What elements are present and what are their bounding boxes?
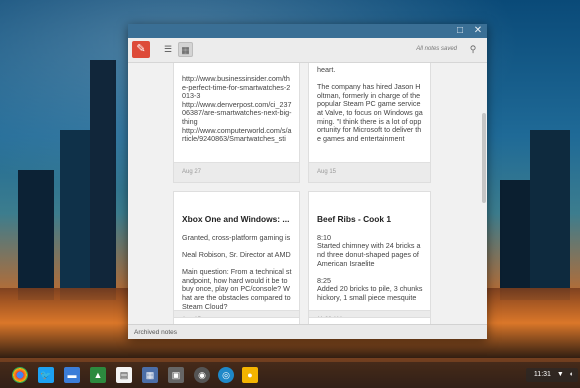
status-tray[interactable]: 11:31 ▼ ◐ — [525, 368, 578, 382]
note-card[interactable]: Beef Ribs - Cook 1 8:10 Started chimney w… — [308, 191, 431, 324]
note-text: http://www.businessinsider.com/the-perfe… — [182, 75, 292, 144]
note-card[interactable] — [173, 317, 300, 324]
keep-icon[interactable]: ● — [242, 367, 258, 383]
note-title: Beef Ribs - Cook 1 — [317, 214, 391, 225]
user-avatar: ◐ — [569, 371, 574, 378]
keep-app-window: □ ✕ ✎ ☰ ▦ All notes saved ⚲ http://www.b… — [128, 24, 487, 339]
note-card[interactable]: Xbox One and Windows: ... Granted, cross-… — [173, 191, 300, 324]
shelf: 🐦 ▬ ▲ ▤ ▦ ▣ ◉ ◎ ● 11:31 ▼ ◐ — [0, 362, 580, 388]
list-view-button[interactable]: ☰ — [161, 42, 175, 56]
web-icon[interactable]: ◎ — [218, 367, 234, 383]
notes-grid: http://www.businessinsider.com/the-perfe… — [128, 63, 487, 324]
note-card[interactable]: heart. The company has hired Jason Holtm… — [308, 63, 431, 183]
toolbar: ✎ ☰ ▦ All notes saved ⚲ — [128, 38, 487, 63]
note-date: Aug 15 — [309, 162, 430, 182]
media-icon[interactable]: ◉ — [194, 367, 210, 383]
note-title: Xbox One and Windows: ... — [182, 214, 290, 225]
note-text: Granted, cross-platform gaming is Neal R… — [182, 232, 292, 310]
scrollbar[interactable] — [482, 113, 486, 203]
clock: 11:31 — [533, 371, 551, 378]
pencil-icon: ✎ — [136, 43, 146, 55]
twitter-icon[interactable]: 🐦 — [38, 367, 54, 383]
list-icon: ☰ — [163, 44, 173, 54]
note-content: Beef Ribs - Cook 1 8:10 Started chimney w… — [317, 192, 424, 310]
search-icon[interactable]: ⚲ — [467, 43, 479, 55]
notes-icon[interactable]: ▤ — [116, 367, 132, 383]
wallpaper-building — [530, 130, 570, 300]
grid-view-button[interactable]: ▦ — [178, 42, 193, 57]
wallpaper-building — [500, 180, 534, 300]
chrome-icon[interactable] — [12, 367, 28, 383]
new-note-button[interactable]: ✎ — [132, 41, 150, 58]
note-content: Xbox One and Windows: ... Granted, cross-… — [182, 192, 293, 310]
maximize-icon[interactable]: □ — [454, 25, 466, 37]
wallpaper-building — [90, 60, 116, 300]
note-text: 8:10 Started chimney with 24 bricks and … — [317, 232, 423, 302]
grid-icon: ▦ — [181, 45, 190, 55]
files-icon[interactable]: ▬ — [64, 367, 80, 383]
wifi-icon: ▼ — [556, 371, 564, 378]
archived-notes-link[interactable]: Archived notes — [128, 324, 487, 339]
drive-icon[interactable]: ▲ — [90, 367, 106, 383]
note-card[interactable]: http://www.businessinsider.com/the-perfe… — [173, 63, 300, 183]
note-text: heart. The company has hired Jason Holtm… — [317, 66, 423, 143]
docs-icon[interactable]: ▦ — [142, 367, 158, 383]
gallery-icon[interactable]: ▣ — [168, 367, 184, 383]
window-titlebar[interactable]: □ ✕ — [128, 24, 487, 38]
wallpaper-building — [18, 170, 54, 300]
note-date: Aug 27 — [174, 162, 299, 182]
note-card[interactable] — [308, 317, 431, 324]
save-status: All notes saved — [416, 46, 457, 52]
close-icon[interactable]: ✕ — [472, 25, 484, 37]
